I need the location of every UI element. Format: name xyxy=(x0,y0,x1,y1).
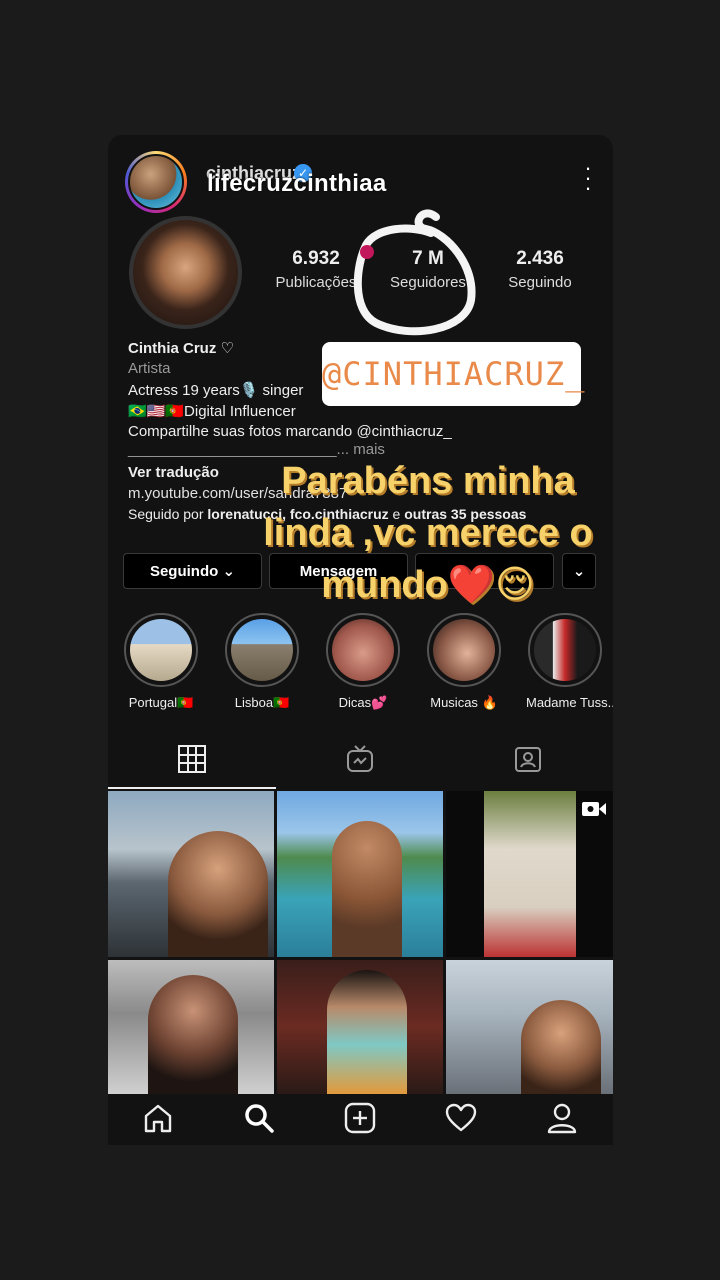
followed-by-prefix: Seguido por xyxy=(128,506,208,522)
story-author-username[interactable]: lifecruzcinthiaa xyxy=(207,170,387,198)
highlight-label: Portugal🇵🇹 xyxy=(128,695,194,710)
highlight-label: Madame Tuss... xyxy=(526,695,613,710)
instagram-profile-screen: cinthiacruz ✓ lifecruzcinthiaa · · · 6.932… xyxy=(108,135,613,1145)
stat-following-count: 2.436 xyxy=(516,248,564,269)
add-post-icon xyxy=(344,1102,376,1134)
tab-posts-grid[interactable] xyxy=(108,730,276,788)
bio-line-1: Actress 19 years🎙️ singer xyxy=(128,382,304,399)
profile-name: Cinthia Cruz ♡ xyxy=(128,340,234,357)
video-icon xyxy=(582,802,606,816)
nav-activity[interactable] xyxy=(431,1102,491,1145)
congrats-text-sticker: Parabéns minha linda ,vc merece o mundo❤… xyxy=(263,460,593,606)
highlight-portugal[interactable]: Portugal🇵🇹 xyxy=(122,613,200,711)
highlight-label: Musicas 🔥 xyxy=(430,695,498,710)
home-icon xyxy=(144,1104,172,1133)
grid-post[interactable] xyxy=(277,791,443,957)
tab-tagged[interactable] xyxy=(444,730,612,788)
mention-sticker[interactable]: @CINTHIACRUZ_ xyxy=(322,342,584,406)
grid-post[interactable] xyxy=(108,791,274,957)
tab-igtv[interactable] xyxy=(276,730,444,788)
nav-search[interactable] xyxy=(229,1102,289,1145)
heart-icon xyxy=(445,1103,477,1132)
profile-avatar[interactable] xyxy=(129,216,242,329)
grid-icon xyxy=(178,744,206,773)
highlight-musicas[interactable]: Musicas 🔥 xyxy=(425,613,503,711)
nav-home[interactable] xyxy=(128,1102,188,1145)
grid-post[interactable] xyxy=(446,960,613,1094)
nav-new-post[interactable] xyxy=(330,1102,390,1145)
bio-line-2: 🇧🇷🇺🇸🇵🇹Digital Influencer xyxy=(128,403,296,420)
circle-scribble-drawing xyxy=(353,209,476,336)
profile-category: Artista xyxy=(128,360,171,377)
more-options-icon[interactable]: · · · xyxy=(578,157,598,199)
see-translation-link[interactable]: Ver tradução xyxy=(128,464,219,481)
highlight-madame-tussauds[interactable]: Madame Tuss... xyxy=(526,613,613,710)
grid-post[interactable] xyxy=(108,960,274,1094)
active-tab-indicator xyxy=(108,787,276,789)
profile-icon xyxy=(547,1103,577,1134)
search-icon xyxy=(245,1104,274,1133)
bio-line-3: Compartilhe suas fotos marcando @cinthia… xyxy=(128,423,452,440)
story-avatar[interactable] xyxy=(125,151,187,213)
nav-profile[interactable] xyxy=(532,1102,592,1145)
highlight-label: Lisboa🇵🇹 xyxy=(234,695,290,710)
tagged-icon xyxy=(515,746,541,772)
highlight-dicas[interactable]: Dicas💕 xyxy=(324,613,402,711)
following-button[interactable]: Seguindo ⌄ xyxy=(123,553,262,589)
igtv-icon xyxy=(347,745,373,772)
grid-post[interactable] xyxy=(277,960,443,1094)
highlight-label: Dicas💕 xyxy=(338,695,388,710)
stat-following[interactable]: 2.436 Seguindo xyxy=(485,248,595,291)
grid-post-video[interactable] xyxy=(446,791,613,957)
highlight-lisboa[interactable]: Lisboa🇵🇹 xyxy=(223,613,301,711)
stat-following-label: Seguindo xyxy=(508,274,572,291)
